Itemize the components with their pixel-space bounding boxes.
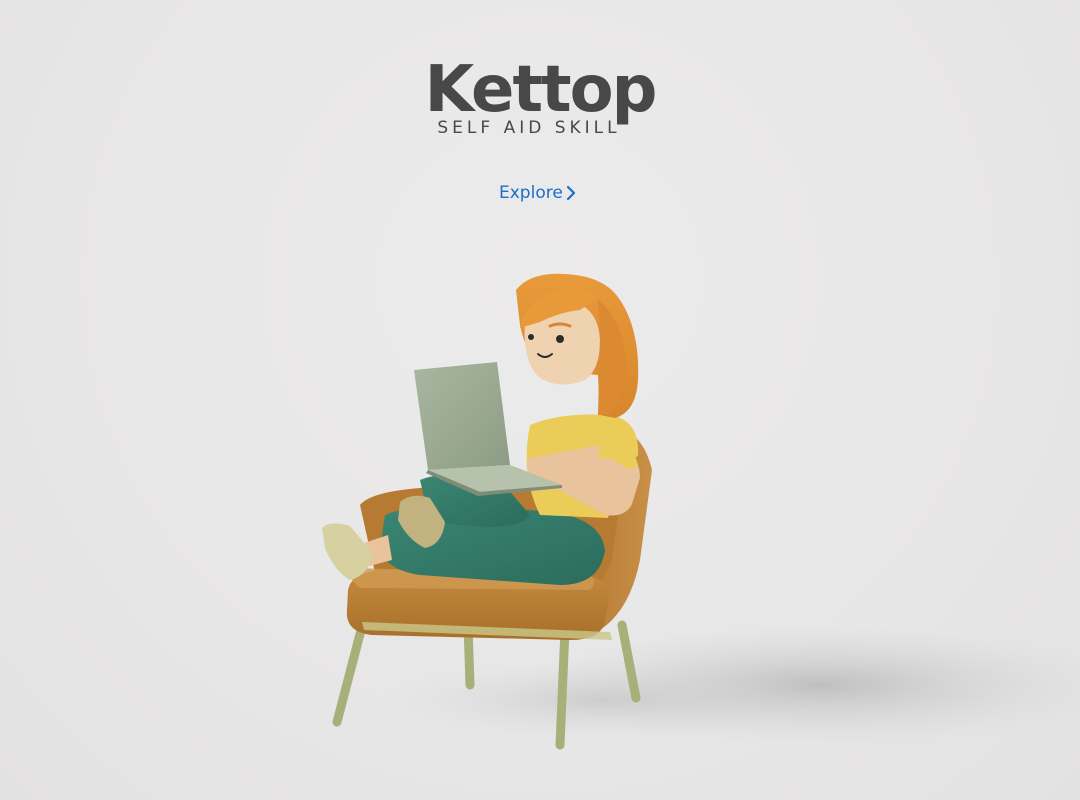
explore-link[interactable]: Explore — [499, 181, 577, 205]
chevron-right-icon — [566, 185, 575, 201]
brand-tagline: SELF AID SKILL — [437, 118, 621, 138]
brand-title: Kettop — [424, 53, 658, 127]
brand-lockup: Kettop SELF AID SKILL — [0, 58, 1080, 138]
woman-torso — [526, 414, 640, 518]
page: Kettop SELF AID SKILL Explore — [0, 0, 1080, 800]
explore-label: Explore — [499, 183, 563, 203]
hero-illustration — [322, 273, 1080, 750]
floor-shadow — [380, 625, 1080, 745]
woman-head — [516, 273, 639, 418]
